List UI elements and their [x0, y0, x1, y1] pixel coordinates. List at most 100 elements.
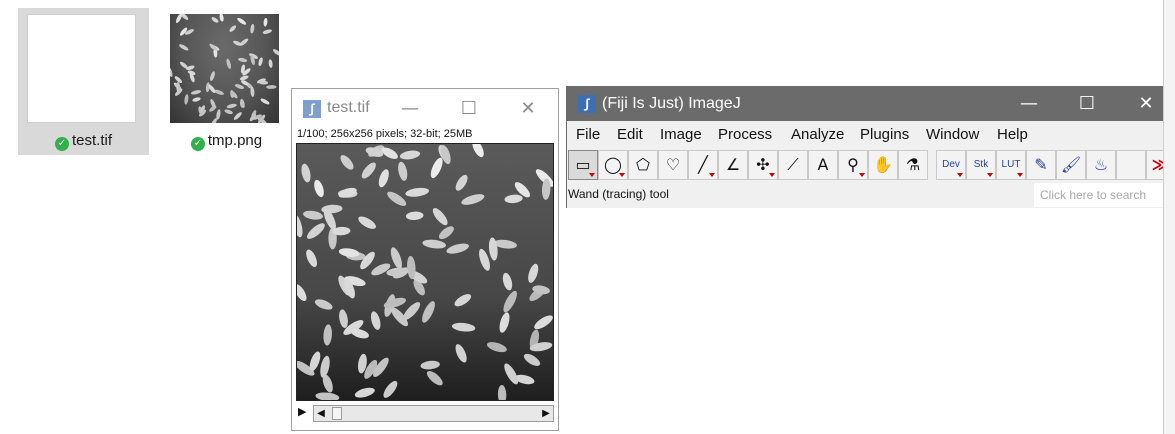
dev-label: Dev [942, 159, 960, 170]
rice-grain [184, 94, 189, 105]
polygon-icon: ⬠ [636, 155, 650, 174]
scroll-left-icon[interactable]: ◀ [314, 406, 328, 421]
file-name: test.tif [71, 132, 112, 149]
menu-file[interactable]: File [576, 126, 600, 143]
wand-tool-button[interactable]: ⟋ [778, 150, 808, 180]
slider-thumb[interactable] [332, 407, 342, 420]
menu-analyze[interactable]: Analyze [791, 126, 844, 143]
image-info: 1/100; 256x256 pixels; 32-bit; 25MB [297, 128, 473, 140]
rectangle-tool-button[interactable]: ▭ [568, 150, 598, 180]
image-window[interactable]: ʃ test.tif — ☐ ✕ 1/100; 256x256 pixels; … [291, 88, 559, 431]
rice-grain [226, 103, 237, 109]
stk-menu-button[interactable]: Stk [966, 150, 996, 180]
color-picker-icon: ⚗ [905, 155, 921, 174]
menu-plugins[interactable]: Plugins [860, 126, 909, 143]
rice-grain [237, 57, 248, 63]
rice-grain [250, 23, 255, 34]
window-title: test.tif [327, 99, 370, 116]
minimize-button[interactable]: — [388, 95, 432, 123]
oval-icon: ◯ [604, 155, 622, 174]
angle-tool-button[interactable]: ∠ [718, 150, 748, 180]
rice-grain [226, 58, 231, 69]
fiji-icon: ʃ [578, 95, 596, 113]
rice-grain [219, 14, 224, 22]
rice-grain [239, 75, 249, 81]
line-icon: ╱ [698, 155, 708, 174]
toolbar: ▭ ◯ ⬠ ♡ ╱ ∠ ✣ ⟋ A ⚲ ✋ ⚗ Dev Stk LUT ✎ 🖌 … [567, 148, 1174, 182]
lut-menu-button[interactable]: LUT [996, 150, 1026, 180]
close-button[interactable]: ✕ [1124, 90, 1168, 118]
rice-grain [229, 25, 237, 32]
file-name: tmp.png [207, 132, 263, 149]
rice-grain [210, 71, 215, 81]
oval-tool-button[interactable]: ◯ [598, 150, 628, 180]
color-picker-tool-button[interactable]: ⚗ [898, 150, 928, 180]
flood-fill-tool-button[interactable]: ♨ [1086, 150, 1116, 180]
file-thumbnail [27, 14, 136, 123]
hand-tool-button[interactable]: ✋ [868, 150, 898, 180]
rice-grain [170, 66, 173, 77]
magnifier-tool-button[interactable]: ⚲ [838, 150, 868, 180]
rice-grain [224, 109, 233, 115]
dev-menu-button[interactable]: Dev [936, 150, 966, 180]
rice-grain [175, 14, 183, 23]
check-icon: ✓ [54, 137, 69, 151]
wand-icon: ⟋ [787, 155, 799, 174]
point-icon: ✣ [756, 155, 770, 174]
brush-tool-button[interactable]: 🖌 [1056, 150, 1086, 180]
rice-grain [179, 44, 189, 51]
image-window-titlebar[interactable]: ʃ test.tif — ☐ ✕ [292, 89, 558, 127]
rice-grain [233, 112, 242, 120]
menu-window[interactable]: Window [926, 126, 979, 143]
rectangle-icon: ▭ [575, 155, 591, 174]
line-tool-button[interactable]: ╱ [688, 150, 718, 180]
rice-grain [192, 97, 201, 102]
play-animation-button[interactable]: ▶ [298, 405, 306, 418]
polygon-tool-button[interactable]: ⬠ [628, 150, 658, 180]
pencil-tool-button[interactable]: ✎ [1026, 150, 1056, 180]
rice-grain [190, 90, 202, 95]
rice-grain [258, 57, 263, 67]
scroll-right-icon[interactable]: ▶ [539, 406, 553, 421]
rice-grain [266, 85, 277, 89]
empty-tool-slot[interactable] [1116, 150, 1146, 180]
maximize-button[interactable]: ☐ [447, 95, 491, 123]
rice-grain [211, 17, 219, 23]
status-text: Wand (tracing) tool [568, 187, 669, 201]
check-icon: ✓ [190, 137, 205, 151]
freehand-tool-button[interactable]: ♡ [658, 150, 688, 180]
rice-grain [262, 29, 272, 34]
file-test-tif[interactable]: ✓ test.tif [18, 8, 149, 155]
maximize-button[interactable]: ☐ [1065, 90, 1109, 118]
text-tool-button[interactable]: A [808, 150, 838, 180]
rice-grain [230, 90, 235, 98]
background-window-edge [1163, 0, 1175, 434]
stk-label: Stk [973, 159, 989, 170]
minimize-button[interactable]: — [1007, 90, 1051, 118]
stack-slider[interactable]: ◀ ▶ [313, 405, 554, 422]
close-button[interactable]: ✕ [506, 95, 550, 123]
menu-help[interactable]: Help [997, 126, 1028, 143]
rice-grain [260, 98, 270, 105]
rice-grain [234, 84, 245, 90]
hand-icon: ✋ [873, 155, 893, 174]
rice-image [297, 144, 553, 400]
rice-grain [273, 49, 279, 56]
file-tmp-png[interactable]: ✓ tmp.png [161, 8, 292, 155]
angle-icon: ∠ [725, 155, 741, 174]
stack-scroll-row: ▶ ◀ ▶ [296, 403, 554, 423]
file-caption: ✓ tmp.png [161, 132, 292, 151]
pencil-icon: ✎ [1034, 155, 1048, 174]
image-canvas[interactable] [296, 143, 554, 401]
lut-label: LUT [1001, 159, 1021, 170]
search-input[interactable] [1034, 183, 1175, 207]
menu-process[interactable]: Process [718, 126, 772, 143]
menu-edit[interactable]: Edit [617, 126, 643, 143]
imagej-titlebar[interactable]: ʃ (Fiji Is Just) ImageJ — ☐ ✕ [567, 87, 1174, 121]
menu-image[interactable]: Image [660, 126, 702, 143]
file-thumbnail [170, 14, 279, 123]
rice-grain [268, 59, 273, 68]
desktop: ✓ test.tif ✓ tmp.png ʃ test.tif — ☐ ✕ 1/10… [0, 0, 1175, 434]
imagej-window[interactable]: ʃ (Fiji Is Just) ImageJ — ☐ ✕ File Edit … [566, 86, 1175, 208]
point-tool-button[interactable]: ✣ [748, 150, 778, 180]
